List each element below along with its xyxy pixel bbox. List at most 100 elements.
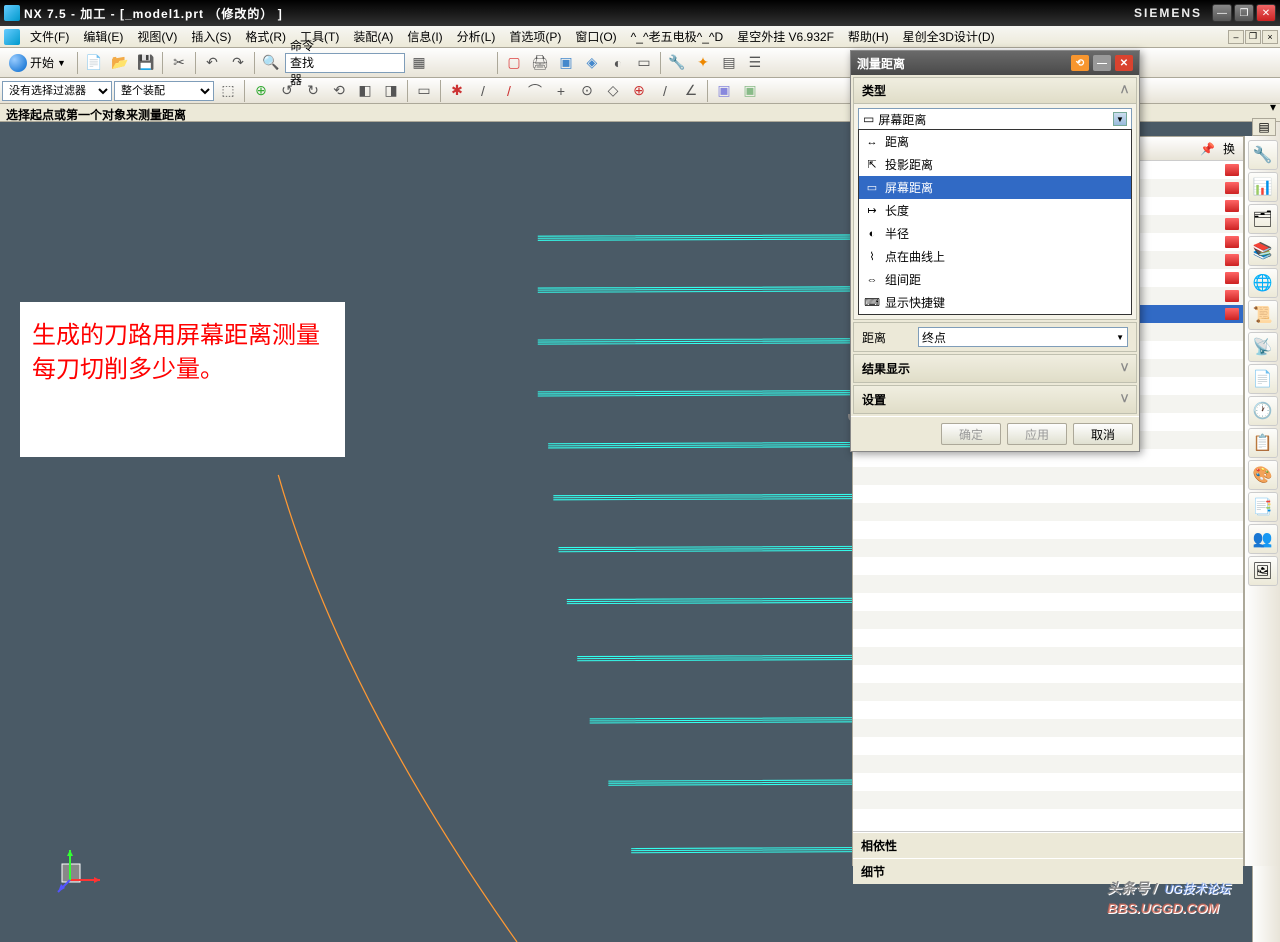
menu-edit[interactable]: 编辑(E) [77,26,129,47]
snap-2[interactable]: / [471,79,495,103]
analyze-icon[interactable]: 🔧 [665,51,689,75]
tab-history[interactable]: 📜 [1248,300,1278,330]
list-item[interactable] [853,521,1243,539]
mdi-minimize[interactable]: – [1228,30,1244,44]
snap-4[interactable]: ⌒ [523,79,547,103]
apply-button[interactable]: 应用 [1007,423,1067,445]
list-item[interactable] [853,737,1243,755]
sel-tool-5[interactable]: ◧ [353,79,377,103]
section-type-header[interactable]: 类型 ᐱ [854,78,1136,104]
tab-system[interactable]: 📡 [1248,332,1278,362]
list-item[interactable] [853,557,1243,575]
sel-tool-3[interactable]: ↻ [301,79,325,103]
cmdfinder-input[interactable] [320,56,400,70]
snap-1[interactable]: ✱ [445,79,469,103]
layers-icon[interactable]: ☰ [743,51,767,75]
cut-icon[interactable]: ✂ [167,51,191,75]
save-icon[interactable]: 💾 [134,51,158,75]
dialog-close-icon[interactable]: ✕ [1115,55,1133,71]
menu-analyze[interactable]: 分析(L) [451,26,502,47]
results-section[interactable]: 结果显示 ᐯ [853,354,1137,383]
snap-5[interactable]: + [549,79,573,103]
toolbar-overflow-icon[interactable]: ▾ [1270,100,1276,114]
layout-icon[interactable]: ▢ [502,51,526,75]
list-item[interactable] [853,611,1243,629]
cube-1[interactable]: ▣ [712,79,736,103]
tab-clock[interactable]: 🕐 [1248,396,1278,426]
list-item[interactable] [853,665,1243,683]
command-finder[interactable]: 命令查找器 [285,53,405,73]
switch-label[interactable]: 换 [1223,140,1235,157]
snap-6[interactable]: ⊙ [575,79,599,103]
menu-assembly[interactable]: 装配(A) [347,26,399,47]
nx-icon[interactable] [4,29,20,45]
start-button[interactable]: 开始▼ [2,51,73,75]
menu-view[interactable]: 视图(V) [131,26,183,47]
type-option-2[interactable]: ▭屏幕距离 [859,176,1131,199]
sel-tool-2[interactable]: ↺ [275,79,299,103]
tab-notes[interactable]: 📋 [1248,428,1278,458]
assembly-combo[interactable]: 整个装配 [114,81,214,101]
type-combo[interactable]: ▭ 屏幕距离 ▼ [858,108,1132,130]
menu-window[interactable]: 窗口(O) [569,26,622,47]
sel-add-icon[interactable]: ⊕ [249,79,273,103]
type-option-3[interactable]: ↦长度 [859,199,1131,222]
type-option-5[interactable]: ⌇点在曲线上 [859,245,1131,268]
close-button[interactable]: ✕ [1256,4,1276,22]
menu-pref[interactable]: 首选项(P) [503,26,567,47]
menu-plugin2[interactable]: 星空外挂 V6.932F [731,26,840,47]
box-icon[interactable]: ▣ [554,51,578,75]
tab-navigator[interactable]: 🔧 [1248,140,1278,170]
snap-3[interactable]: / [497,79,521,103]
mdi-restore[interactable]: ❐ [1245,30,1261,44]
type-option-6[interactable]: ⇔组间距 [859,268,1131,291]
list-item[interactable] [853,701,1243,719]
shade-icon[interactable]: ◐ [606,51,630,75]
mdi-close[interactable]: × [1262,30,1278,44]
tab-html[interactable]: 🌐 [1248,268,1278,298]
sel-tool-6[interactable]: ◨ [379,79,403,103]
menu-file[interactable]: 文件(F) [24,26,75,47]
search-icon[interactable]: 🔍 [259,51,283,75]
list-item[interactable] [853,791,1243,809]
menu-insert[interactable]: 插入(S) [185,26,237,47]
tab-roles[interactable]: 👥 [1248,524,1278,554]
menu-plugin1[interactable]: ^_^老五电极^_^D [625,26,730,47]
rect-sel-icon[interactable]: ▭ [412,79,436,103]
list-item[interactable] [853,647,1243,665]
snap-10[interactable]: ∠ [679,79,703,103]
list-item[interactable] [853,467,1243,485]
snap-9[interactable]: / [653,79,677,103]
wireframe-icon[interactable]: ◈ [580,51,604,75]
distance-combo[interactable]: 终点 ▼ [918,327,1128,347]
dialog-reset-icon[interactable]: ⟲ [1071,55,1089,71]
tab-assembly[interactable]: 🗂 [1248,204,1278,234]
dialog-minimize-icon[interactable]: — [1093,55,1111,71]
print-icon[interactable]: 🖨 [528,51,552,75]
menu-format[interactable]: 格式(R) [239,26,292,47]
render-icon[interactable]: ▭ [632,51,656,75]
filter-combo[interactable]: 没有选择过滤器 [2,81,112,101]
cube-2[interactable]: ▣ [738,79,762,103]
tab-sheet[interactable]: 📄 [1248,364,1278,394]
type-option-1[interactable]: ⇱投影距离 [859,153,1131,176]
maximize-button[interactable]: ❐ [1234,4,1254,22]
type-option-4[interactable]: ◐半径 [859,222,1131,245]
list-item[interactable] [853,755,1243,773]
new-icon[interactable]: 📄 [82,51,106,75]
list-item[interactable] [853,539,1243,557]
snap-7[interactable]: ◇ [601,79,625,103]
tab-image[interactable]: 🖼 [1248,556,1278,586]
triad-icon[interactable]: ✦ [691,51,715,75]
sel-tool-4[interactable]: ⟲ [327,79,351,103]
ok-button[interactable]: 确定 [941,423,1001,445]
type-option-7[interactable]: ⌨显示快捷键 [859,291,1131,314]
dropdown-arrow-icon[interactable]: ▼ [1113,112,1127,126]
menu-plugin3[interactable]: 星创全3D设计(D) [897,26,1001,47]
dialog-titlebar[interactable]: 测量距离 ⟲ — ✕ [851,51,1139,75]
dependency-header[interactable]: 相依性 [853,832,1243,858]
snap-8[interactable]: ⊕ [627,79,651,103]
menu-help[interactable]: 帮助(H) [842,26,895,47]
props-icon[interactable]: ▦ [407,51,431,75]
tab-color[interactable]: 🎨 [1248,460,1278,490]
